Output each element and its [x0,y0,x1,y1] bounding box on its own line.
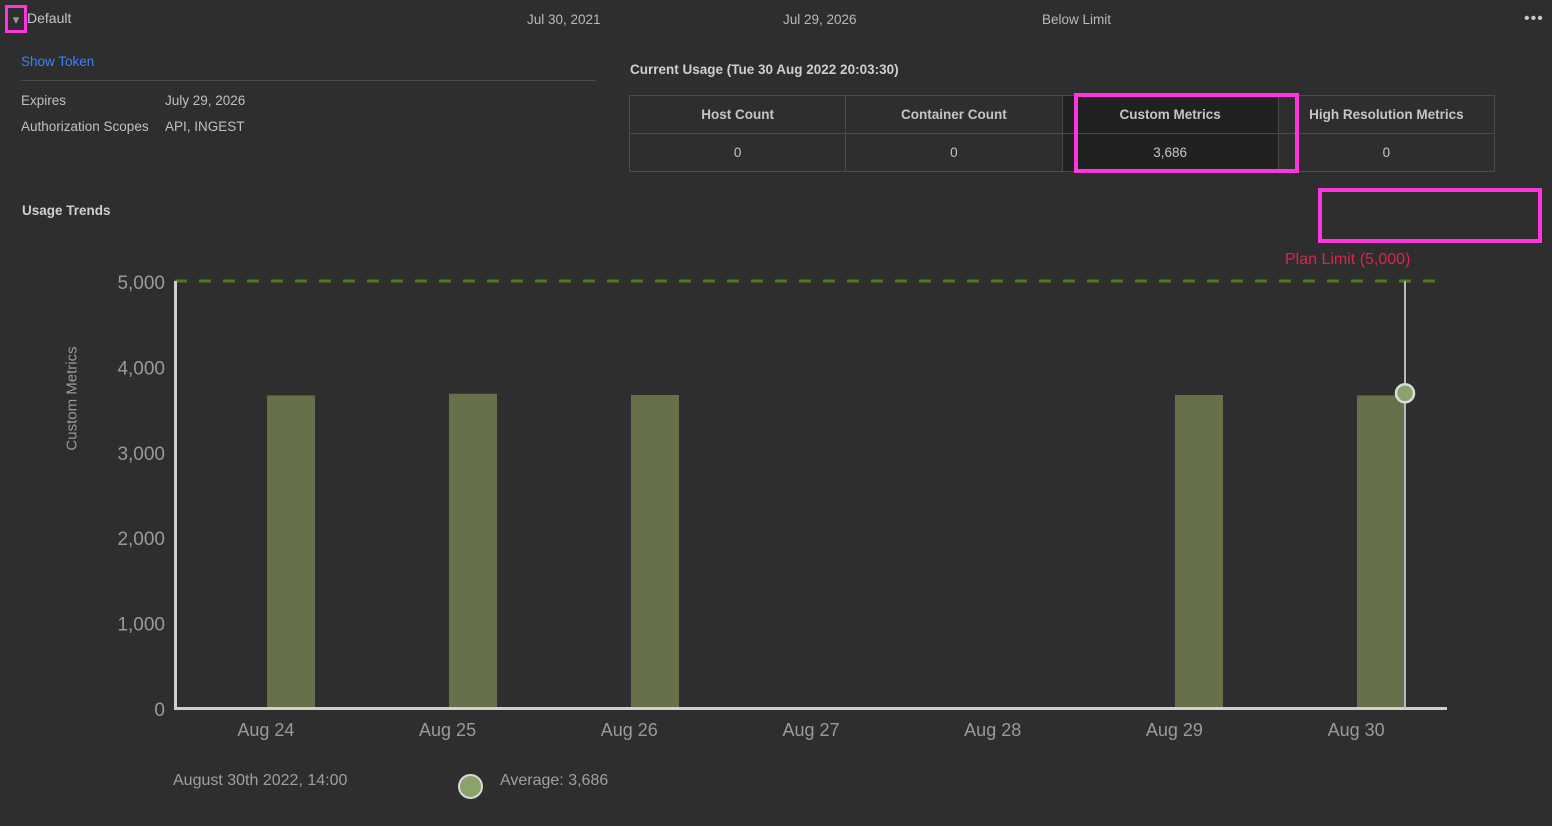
token-end-date: Jul 29, 2026 [783,12,857,27]
usage-panel: ▾ Default Jul 30, 2021 Jul 29, 2026 Belo… [0,0,1552,826]
column-header-container-count: Container Count [845,95,1063,134]
authorization-scopes-label: Authorization Scopes [21,119,149,134]
bar-series [267,393,1405,708]
usage-trends-title: Usage Trends [22,203,111,218]
chart-canvas: 01,0002,0003,0004,0005,000 Aug 24 Aug 25 A… [117,273,1447,740]
chevron-down-icon: ▾ [12,11,20,27]
ellipsis-icon[interactable]: ••• [1524,10,1544,28]
svg-text:4,000: 4,000 [117,358,165,379]
svg-text:1,000: 1,000 [117,615,165,636]
status-badge: Below Limit [1042,12,1112,27]
current-usage-title: Current Usage (Tue 30 Aug 2022 20:03:30) [630,62,899,77]
cell-container-count: 0 [845,133,1063,172]
table-row: 0 0 3,686 0 [628,133,1496,172]
detail-divider [21,80,596,81]
token-name: Default [27,10,72,26]
svg-text:Aug 26: Aug 26 [601,720,658,740]
column-header-custom-metrics: Custom Metrics [1061,95,1279,134]
y-axis-tick-labels: 0 1,000 2,000 3,000 4,000 5,000 [117,273,165,721]
chart-tooltip-legend: August 30th 2022, 14:00 Average: 3,686 [0,772,1552,812]
column-header-high-resolution-metrics: High Resolution Metrics [1277,95,1496,134]
tooltip-series-value: Average: 3,686 [500,772,609,789]
show-token-link[interactable]: Show Token [21,54,94,69]
expires-value: July 29, 2026 [165,93,246,108]
expires-label: Expires [21,93,67,108]
cell-custom-metrics: 3,686 [1061,133,1279,172]
token-header-row: ▾ Default Jul 30, 2021 Jul 29, 2026 Belo… [0,0,1552,39]
table-header-row: Host Count Container Count Custom Metric… [628,95,1496,134]
cell-host-count: 0 [628,133,847,172]
svg-text:Aug 30: Aug 30 [1328,720,1385,740]
svg-text:2,000: 2,000 [117,529,165,550]
x-axis-tick-labels: Aug 24 Aug 25 Aug 26 Aug 27 Aug 28 Aug 29 Aug … [237,720,1384,740]
svg-text:Aug 29: Aug 29 [1146,720,1203,740]
svg-text:Aug 27: Aug 27 [782,720,839,740]
svg-text:3,000: 3,000 [117,444,165,465]
expand-row-toggle[interactable]: ▾ [5,5,27,33]
svg-text:Aug 28: Aug 28 [964,720,1021,740]
tooltip-timestamp: August 30th 2022, 14:00 [173,772,348,789]
svg-text:5,000: 5,000 [117,273,165,294]
column-header-host-count: Host Count [628,95,847,134]
highlight-box-metric-select: Custom Metrics ⌄ [1318,188,1542,243]
current-usage-table: Host Count Container Count Custom Metric… [628,95,1496,172]
token-start-date: Jul 30, 2021 [527,12,601,27]
series-color-swatch [458,774,483,799]
svg-text:Aug 25: Aug 25 [419,720,476,740]
svg-text:0: 0 [154,700,165,721]
usage-trends-chart: 0 1,000 2,000 3,000 4,000 5,000 Aug 24 Aug 25 A… [0,240,1552,780]
cell-high-resolution-metrics: 0 [1277,133,1496,172]
authorization-scopes-value: API, INGEST [165,119,245,134]
svg-text:Aug 24: Aug 24 [237,720,294,740]
chart-axes [174,281,1447,710]
